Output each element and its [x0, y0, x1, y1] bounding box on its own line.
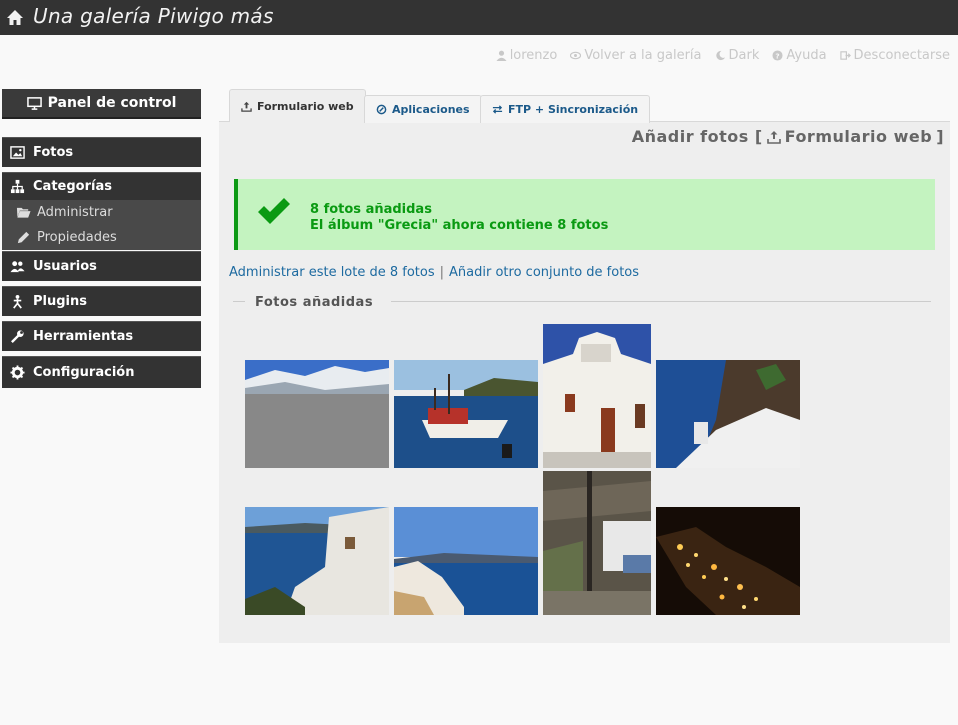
photo-thumbnail[interactable] — [656, 507, 800, 615]
tab-label: Formulario web — [257, 99, 354, 113]
image-icon — [10, 146, 25, 159]
eye-icon — [570, 51, 582, 59]
photo-image — [245, 507, 389, 615]
success-message: 8 fotos añadidas El álbum "Grecia" ahora… — [234, 179, 935, 250]
photo-thumbnail[interactable] — [394, 360, 538, 468]
pencil-icon — [17, 231, 30, 244]
add-another-set-link[interactable]: Añadir otro conjunto de fotos — [449, 265, 639, 280]
success-line-2: El álbum "Grecia" ahora contiene 8 fotos — [310, 218, 609, 233]
users-icon — [10, 261, 25, 273]
legend-divider — [391, 301, 931, 302]
sidebar-item-configuracion[interactable]: Configuración — [2, 356, 201, 388]
photo-image — [656, 507, 800, 615]
photo-image — [543, 471, 651, 615]
logout-link[interactable]: Desconectarse — [839, 47, 950, 63]
exchange-icon — [492, 105, 503, 114]
photo-image — [656, 360, 800, 468]
tab-label: FTP + Sincronización — [508, 103, 639, 116]
manage-batch-link[interactable]: Administrar este lote de 8 fotos — [229, 265, 435, 280]
back-to-gallery-label: Volver a la galería — [584, 47, 702, 63]
sidebar-item-herramientas[interactable]: Herramientas — [2, 321, 201, 351]
page-title-suffix: ] — [936, 127, 944, 146]
added-photos-legend: Fotos añadidas — [255, 295, 374, 310]
photo-image — [394, 507, 538, 615]
sidebar-item-plugins[interactable]: Plugins — [2, 286, 201, 316]
help-label: Ayuda — [786, 47, 827, 63]
help-icon: ? — [772, 49, 783, 61]
back-to-gallery-link[interactable]: Volver a la galería — [570, 47, 702, 63]
tab-applications[interactable]: Aplicaciones — [364, 95, 482, 123]
legend-divider — [233, 301, 245, 302]
logout-label: Desconectarse — [853, 47, 950, 63]
dark-mode-label: Dark — [728, 47, 760, 63]
sidebar-item-label: Herramientas — [33, 329, 134, 344]
help-link[interactable]: ? Ayuda — [772, 47, 827, 63]
home-icon[interactable] — [6, 9, 24, 27]
wrench-icon — [11, 330, 24, 343]
link-icon — [376, 104, 387, 115]
sidebar-item-label: Configuración — [33, 365, 135, 380]
tab-ftp-sync[interactable]: FTP + Sincronización — [480, 95, 651, 123]
dark-mode-link[interactable]: Dark — [715, 47, 760, 63]
tab-web-form[interactable]: Formulario web — [229, 89, 366, 122]
photo-image — [543, 324, 651, 468]
checkmark-icon — [258, 198, 290, 224]
photo-image — [245, 360, 389, 468]
moon-icon — [715, 50, 725, 60]
page-title-link: Formulario web — [784, 127, 933, 146]
sidebar-item-fotos[interactable]: Fotos — [2, 137, 201, 167]
page-title-prefix: Añadir fotos [ — [631, 127, 763, 146]
sidebar-item-usuarios[interactable]: Usuarios — [2, 251, 201, 281]
sidebar-subitem-administrar[interactable]: Administrar — [2, 200, 201, 225]
sidebar-item-label: Fotos — [33, 145, 74, 160]
action-links: Administrar este lote de 8 fotos | Añadir … — [229, 265, 639, 280]
sitemap-icon — [10, 179, 25, 194]
link-separator: | — [439, 265, 445, 280]
sidebar-subitem-propiedades[interactable]: Propiedades — [2, 225, 201, 250]
logout-icon — [839, 50, 851, 60]
folder-open-icon — [16, 207, 31, 218]
user-icon — [496, 50, 507, 61]
gear-icon — [10, 365, 25, 380]
sidebar-subitem-label: Administrar — [37, 205, 113, 220]
photo-thumbnail[interactable] — [543, 471, 651, 615]
user-menu-username[interactable]: lorenzo — [496, 47, 558, 63]
photo-thumbnail[interactable] — [245, 360, 389, 468]
username-label: lorenzo — [509, 47, 558, 63]
top-bar: Una galería Piwigo más — [0, 0, 958, 35]
sidebar-item-categorias[interactable]: Categorías — [2, 172, 201, 200]
sidebar-item-label: Plugins — [33, 294, 87, 309]
dashboard-label: Panel de control — [47, 95, 177, 111]
user-menu: lorenzo Volver a la galería Dark ? Ayuda… — [496, 46, 950, 64]
photo-thumbnail[interactable] — [245, 507, 389, 615]
upload-icon — [766, 130, 781, 144]
sidebar-subitem-label: Propiedades — [37, 230, 117, 245]
page-title: Añadir fotos [ Formulario web ] — [632, 127, 944, 146]
upload-icon — [241, 101, 252, 112]
monitor-icon — [26, 96, 42, 110]
photo-image — [394, 360, 538, 468]
site-title[interactable]: Una galería Piwigo más — [33, 4, 274, 28]
photo-thumbnail[interactable] — [656, 360, 800, 468]
success-line-1: 8 fotos añadidas — [310, 202, 432, 217]
photo-thumbnail[interactable] — [543, 324, 651, 468]
sidebar-item-label: Categorías — [33, 179, 112, 194]
sidebar-item-label: Usuarios — [33, 259, 97, 274]
dashboard-button[interactable]: Panel de control — [2, 89, 201, 119]
tab-label: Aplicaciones — [392, 103, 470, 116]
svg-text:?: ? — [776, 51, 780, 60]
photo-thumbnail[interactable] — [394, 507, 538, 615]
puzzle-icon — [13, 294, 22, 309]
